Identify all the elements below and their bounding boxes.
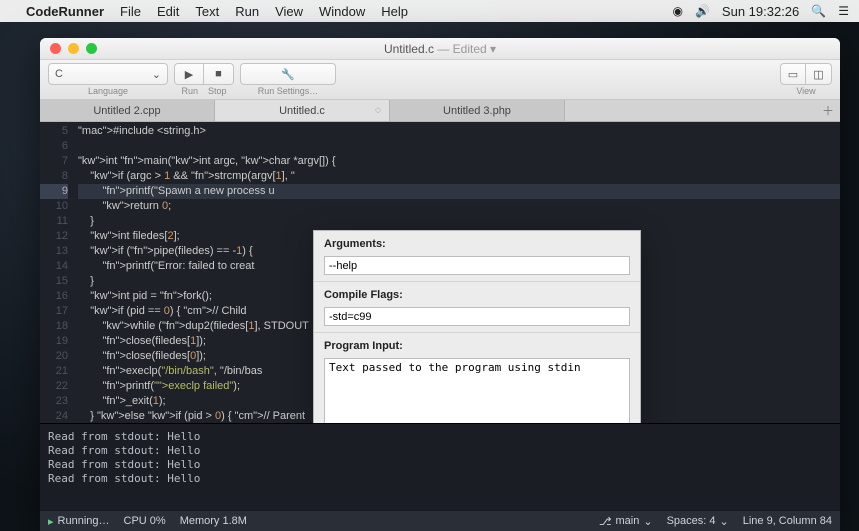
wrench-icon: 🔧 (281, 68, 295, 81)
status-spaces[interactable]: Spaces: 4 ⌄ (667, 515, 729, 528)
console-output[interactable]: Read from stdout: Hello Read from stdout… (40, 423, 840, 511)
chevron-down-icon: ⌄ (152, 68, 161, 81)
menu-view[interactable]: View (275, 4, 303, 19)
app-name[interactable]: CodeRunner (26, 4, 104, 19)
tab-untitled-2[interactable]: Untitled 2.cpp (40, 100, 215, 121)
program-input-label: Program Input: (324, 339, 630, 354)
menu-help[interactable]: Help (381, 4, 408, 19)
search-icon[interactable]: 🔍 (811, 4, 826, 18)
menu-icon[interactable]: ☰ (838, 4, 849, 18)
run-settings-dialog: Arguments: Compile Flags: Program Input:… (313, 230, 641, 423)
menu-run[interactable]: Run (235, 4, 259, 19)
arguments-label: Arguments: (324, 237, 630, 252)
run-settings-label: Run Settings… (258, 86, 319, 96)
toolbar: C⌄ Language ▶ ■ Run Stop 🔧 Run Settings…… (40, 60, 840, 100)
stop-icon: ■ (215, 68, 222, 80)
tab-untitled-3[interactable]: Untitled 3.php (390, 100, 565, 121)
menubar: CodeRunner File Edit Text Run View Windo… (0, 0, 859, 22)
language-label: Language (88, 86, 128, 96)
editor-window: Untitled.c — Edited ▾ C⌄ Language ▶ ■ Ru… (40, 38, 840, 531)
menubar-clock[interactable]: Sun 19:32:26 (722, 4, 799, 19)
tab-untitled-c[interactable]: Untitled.c◌ (215, 100, 390, 121)
arguments-input[interactable] (324, 256, 630, 275)
view-mode-2[interactable]: ◫ (806, 63, 832, 85)
tabbar: Untitled 2.cpp Untitled.c◌ Untitled 3.ph… (40, 100, 840, 122)
view-mode-1[interactable]: ▭ (780, 63, 806, 85)
new-tab-button[interactable]: ＋ (816, 100, 840, 121)
view-label: View (796, 86, 815, 96)
git-branch[interactable]: ⎇ main ⌄ (599, 515, 653, 528)
compile-flags-input[interactable] (324, 307, 630, 326)
menu-file[interactable]: File (120, 4, 141, 19)
spinner-icon: ◌ (375, 105, 381, 116)
branch-icon: ⎇ (599, 515, 612, 528)
running-icon: ▸ (48, 515, 54, 528)
stop-button[interactable]: ■ (204, 63, 234, 85)
run-button[interactable]: ▶ (174, 63, 204, 85)
titlebar[interactable]: Untitled.c — Edited ▾ (40, 38, 840, 60)
volume-icon[interactable]: 🔊 (695, 4, 710, 18)
program-input-textarea[interactable] (324, 358, 630, 423)
code-editor[interactable]: 5678910111213141516171819202122232425262… (40, 122, 840, 423)
status-cpu: CPU 0% (124, 515, 166, 527)
language-selector[interactable]: C⌄ (48, 63, 168, 85)
menu-text[interactable]: Text (195, 4, 219, 19)
statusbar: ▸ Running… CPU 0% Memory 1.8M ⎇ main ⌄ Sp… (40, 511, 840, 531)
play-icon: ▶ (185, 68, 193, 81)
status-running: Running… (58, 515, 110, 527)
menu-edit[interactable]: Edit (157, 4, 179, 19)
status-position: Line 9, Column 84 (743, 515, 832, 527)
line-gutter: 5678910111213141516171819202122232425262… (40, 122, 74, 423)
status-memory: Memory 1.8M (180, 515, 247, 527)
menu-window[interactable]: Window (319, 4, 365, 19)
window-title: Untitled.c — Edited ▾ (40, 42, 840, 56)
run-settings-button[interactable]: 🔧 (240, 63, 336, 85)
compile-flags-label: Compile Flags: (324, 288, 630, 303)
record-icon[interactable]: ◉ (672, 4, 682, 18)
